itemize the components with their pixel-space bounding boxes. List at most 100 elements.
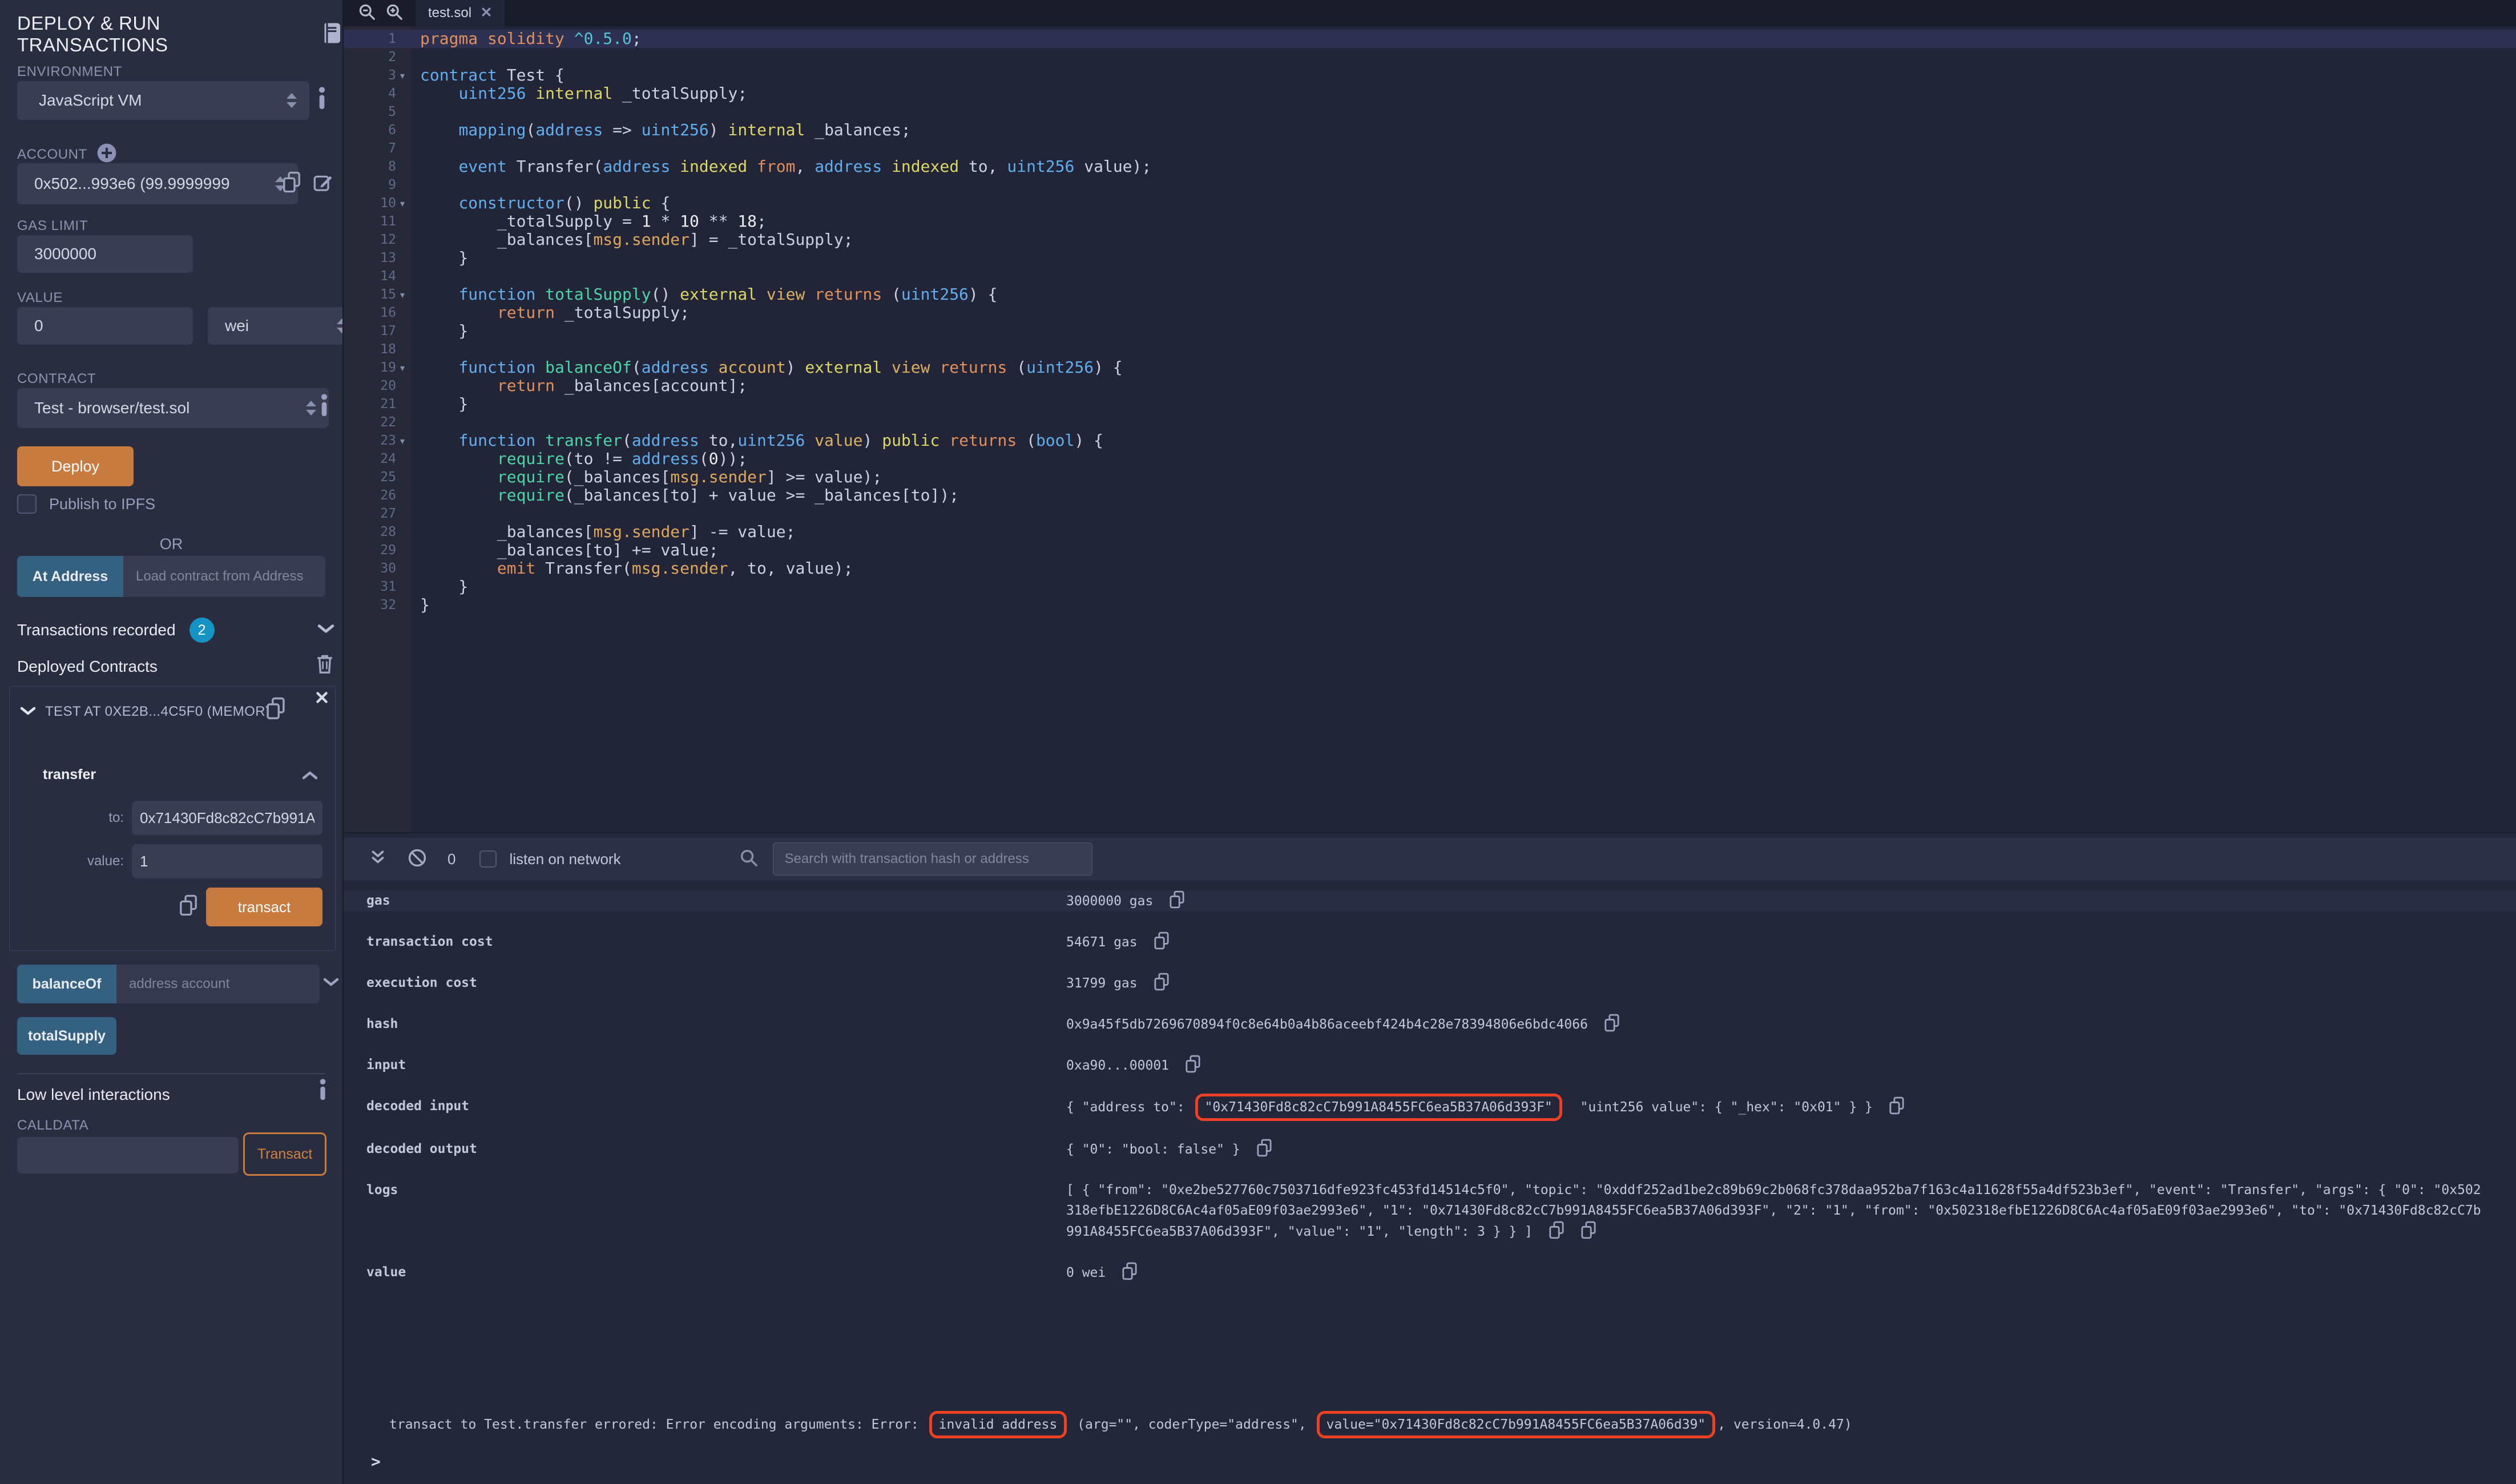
balanceof-button[interactable]: balanceOf (17, 965, 116, 1003)
code-line[interactable]: 9 (344, 176, 2516, 194)
copy-account-icon[interactable] (282, 171, 301, 196)
at-address-row: At Address (17, 556, 325, 597)
edit-account-icon[interactable] (313, 172, 333, 196)
contract-info-icon[interactable] (320, 394, 329, 420)
code-line[interactable]: 14 (344, 267, 2516, 285)
code-line[interactable]: 31 } (344, 578, 2516, 596)
deploy-button[interactable]: Deploy (17, 446, 134, 486)
code-line[interactable]: 13 } (344, 249, 2516, 267)
code-line[interactable]: 4 uint256 internal _totalSupply; (344, 84, 2516, 103)
code-line[interactable]: 27 (344, 505, 2516, 523)
chevron-up-icon[interactable] (302, 770, 318, 783)
terminal-search-input[interactable] (773, 842, 1092, 876)
listen-network-label: listen on network (509, 850, 620, 868)
calldata-input[interactable] (17, 1137, 239, 1174)
transfer-value-input[interactable] (132, 844, 322, 878)
value-input[interactable] (17, 307, 193, 345)
chevron-down-icon[interactable] (20, 706, 36, 719)
code-line[interactable]: 12 _balances[msg.sender] = _totalSupply; (344, 231, 2516, 249)
code-text: constructor() public { (411, 194, 670, 212)
fold-arrow-icon[interactable]: ▾ (396, 435, 409, 446)
transact-button[interactable]: transact (206, 888, 322, 926)
zoom-in-icon[interactable] (386, 3, 403, 23)
chevron-down-icon[interactable] (317, 623, 334, 638)
editor-tabbar: test.sol (344, 0, 2516, 26)
code-line[interactable]: 21 } (344, 395, 2516, 413)
code-line[interactable]: 10▾ constructor() public { (344, 194, 2516, 212)
code-line[interactable]: 30 emit Transfer(msg.sender, to, value); (344, 559, 2516, 578)
copy-icon[interactable] (1122, 1262, 1138, 1280)
at-address-input[interactable] (123, 556, 325, 597)
environment-info-icon[interactable] (317, 87, 326, 112)
error-highlight-box: invalid address (929, 1411, 1067, 1438)
environment-select[interactable]: JavaScript VM (17, 81, 309, 120)
fold-arrow-icon[interactable]: ▾ (396, 362, 409, 373)
terminal-row-value: 31799 gas (1066, 973, 2482, 994)
code-line[interactable]: 5 (344, 103, 2516, 121)
code-line[interactable]: 28 _balances[msg.sender] -= value; (344, 523, 2516, 541)
code-line[interactable]: 15▾ function totalSupply() external view… (344, 285, 2516, 304)
code-line[interactable]: 8 event Transfer(address indexed from, a… (344, 158, 2516, 176)
low-level-info-icon[interactable] (318, 1079, 327, 1103)
terminal-body: gas3000000 gastransaction cost54671 gase… (366, 890, 2482, 1471)
code-line[interactable]: 3▾contract Test { (344, 66, 2516, 84)
totalsupply-button[interactable]: totalSupply (17, 1017, 116, 1055)
gas-limit-input[interactable] (17, 235, 193, 273)
clear-terminal-icon[interactable] (408, 848, 427, 870)
code-line[interactable]: 6 mapping(address => uint256) internal _… (344, 121, 2516, 139)
publish-label: Publish to IPFS (49, 495, 155, 513)
copy-icon[interactable] (1169, 890, 1185, 909)
fold-arrow-icon[interactable]: ▾ (396, 198, 409, 209)
copy-icon[interactable] (1580, 1221, 1596, 1239)
code-line[interactable]: 32} (344, 596, 2516, 614)
account-select[interactable]: 0x502...993e6 (99.9999999 (17, 163, 298, 204)
listen-network-checkbox[interactable] (479, 850, 497, 868)
close-icon[interactable] (314, 690, 329, 708)
low-level-transact-button[interactable]: Transact (243, 1132, 326, 1176)
value-unit-select[interactable]: wei (208, 307, 360, 345)
terminal-prompt[interactable]: > (366, 1452, 2482, 1471)
contract-select[interactable]: Test - browser/test.sol (17, 388, 329, 428)
copy-contract-icon[interactable] (265, 697, 286, 723)
copy-icon[interactable] (1154, 931, 1170, 950)
zoom-out-icon[interactable] (358, 3, 376, 23)
publish-checkbox[interactable] (17, 494, 37, 514)
trash-icon[interactable] (315, 653, 334, 678)
code-line[interactable]: 7 (344, 139, 2516, 158)
deployed-contract-title[interactable]: TEST AT 0XE2B...4C5F0 (MEMORY) (45, 704, 279, 720)
code-line[interactable]: 1pragma solidity ^0.5.0; (344, 30, 2516, 48)
copy-icon[interactable] (1185, 1055, 1201, 1073)
copy-icon[interactable] (1549, 1221, 1565, 1239)
copy-calldata-icon[interactable] (179, 894, 198, 919)
code-line[interactable]: 2 (344, 48, 2516, 66)
transactions-recorded-row[interactable]: Transactions recorded 2 (17, 618, 215, 643)
book-icon[interactable] (321, 22, 342, 47)
copy-icon[interactable] (1889, 1096, 1905, 1115)
copy-icon[interactable] (1604, 1014, 1620, 1032)
transfer-to-input[interactable] (132, 801, 322, 835)
line-number: 14 (344, 269, 411, 284)
fold-arrow-icon[interactable]: ▾ (396, 70, 409, 81)
code-line[interactable]: 23▾ function transfer(address to,uint256… (344, 432, 2516, 450)
chevron-down-icon[interactable] (323, 977, 339, 990)
code-line[interactable]: 16 return _totalSupply; (344, 304, 2516, 322)
code-line[interactable]: 18 (344, 340, 2516, 358)
copy-icon[interactable] (1154, 973, 1170, 991)
code-line[interactable]: 29 _balances[to] += value; (344, 541, 2516, 559)
add-account-icon[interactable] (96, 143, 117, 166)
close-tab-icon[interactable] (481, 6, 492, 21)
code-line[interactable]: 25 require(_balances[msg.sender] >= valu… (344, 468, 2516, 486)
code-line[interactable]: 20 return _balances[account]; (344, 377, 2516, 395)
at-address-button[interactable]: At Address (17, 556, 123, 597)
fold-arrow-icon[interactable]: ▾ (396, 289, 409, 300)
code-line[interactable]: 24 require(to != address(0)); (344, 450, 2516, 468)
code-line[interactable]: 26 require(_balances[to] + value >= _bal… (344, 486, 2516, 505)
balanceof-arg-input[interactable] (116, 965, 320, 1003)
copy-icon[interactable] (1256, 1139, 1272, 1157)
code-line[interactable]: 17 } (344, 322, 2516, 340)
tab-test-sol[interactable]: test.sol (416, 0, 505, 26)
code-line[interactable]: 22 (344, 413, 2516, 432)
expand-terminal-icon[interactable] (370, 849, 386, 870)
code-line[interactable]: 19▾ function balanceOf(address account) … (344, 358, 2516, 377)
code-line[interactable]: 11 _totalSupply = 1 * 10 ** 18; (344, 212, 2516, 231)
